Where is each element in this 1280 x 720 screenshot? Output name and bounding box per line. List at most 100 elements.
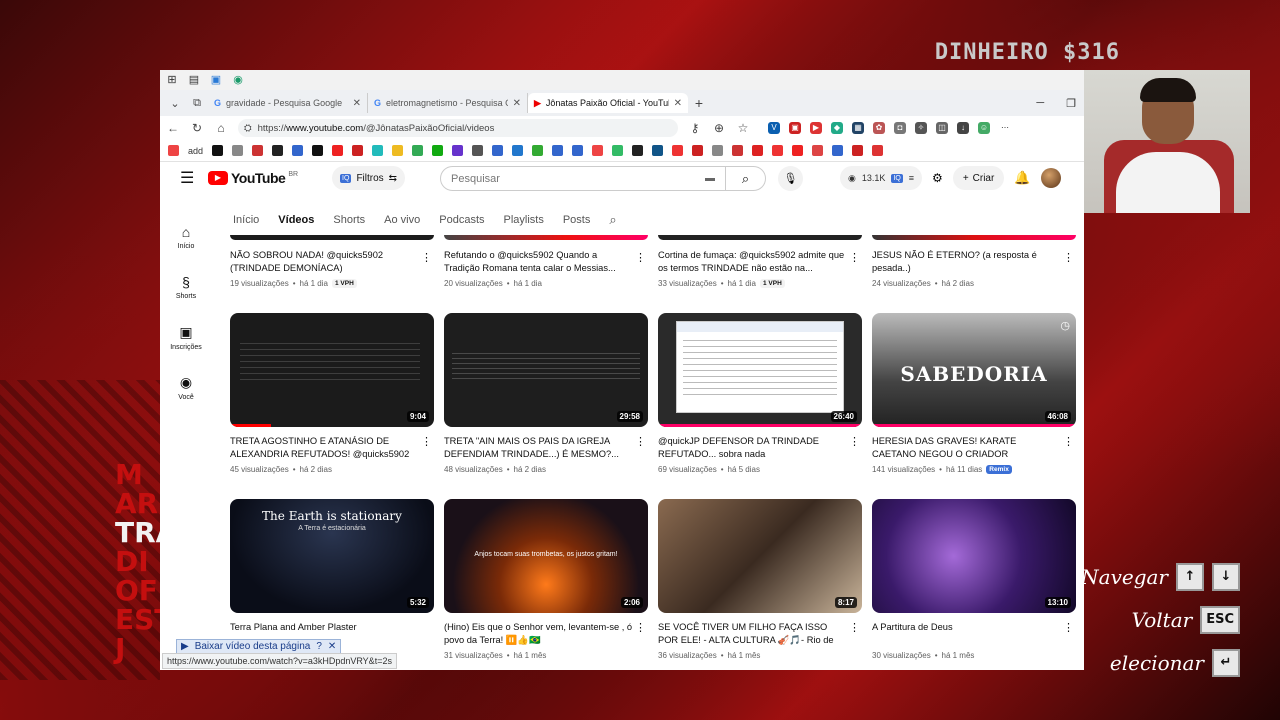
video-thumbnail[interactable]: SABEDORIA ◷ 46:08	[872, 313, 1076, 427]
windows-start-icon[interactable]: ⊞	[166, 74, 178, 86]
bookmark-icon[interactable]	[612, 145, 624, 156]
bookmark-icon[interactable]	[452, 145, 464, 156]
tab-eletromagnetismo[interactable]: G eletromagnetismo - Pesquisa Goo ✕	[368, 93, 528, 113]
bookmark-icon[interactable]	[332, 145, 344, 156]
bookmark-icon[interactable]	[292, 145, 304, 156]
profile-icon[interactable]: ☺	[978, 122, 990, 134]
extension-icon[interactable]: ▦	[852, 122, 864, 134]
more-options-icon[interactable]: ⋮	[635, 251, 646, 264]
video-thumbnail[interactable]: 9:04	[230, 313, 434, 427]
video-title[interactable]: TRETA "AIN MAIS OS PAIS DA IGREJA DEFEND…	[444, 435, 648, 461]
extension-icon[interactable]: ▣	[789, 122, 801, 134]
bookmark-icon[interactable]	[212, 145, 224, 156]
video-card[interactable]: The Earth is stationary A Terra é estaci…	[230, 499, 434, 647]
more-options-icon[interactable]: ⋮	[421, 435, 432, 448]
photos-icon[interactable]: ▣	[210, 74, 222, 86]
bookmark-icon[interactable]	[432, 145, 444, 156]
bookmark-icon[interactable]	[712, 145, 724, 156]
video-card[interactable]: 26:40 @quickJP DEFENSOR DA TRINDADE REFU…	[658, 313, 862, 474]
bookmark-icon[interactable]	[412, 145, 424, 156]
tab-live[interactable]: Ao vivo	[384, 214, 420, 226]
minimize-icon[interactable]: ─	[1036, 97, 1044, 110]
video-thumbnail[interactable]: 26:40	[658, 313, 862, 427]
video-title[interactable]: A Partitura de Deus	[872, 621, 1076, 647]
site-info-icon[interactable]: ⛭	[244, 123, 252, 134]
create-button[interactable]: + Criar	[952, 166, 1005, 190]
video-card[interactable]: 9:04 TRETA AGOSTINHO E ATANÁSIO DE ALEXA…	[230, 313, 434, 474]
bookmark-icon[interactable]	[492, 145, 504, 156]
bookmark-icon[interactable]	[472, 145, 484, 156]
bookmark-icon[interactable]	[272, 145, 284, 156]
zoom-icon[interactable]: ⊕	[712, 121, 726, 135]
bookmark-icon[interactable]	[392, 145, 404, 156]
bookmark-icon[interactable]	[532, 145, 544, 156]
bookmark-icon[interactable]	[652, 145, 664, 156]
notifications-bell-icon[interactable]: 🔔	[1014, 170, 1030, 186]
bookmark-icon[interactable]	[512, 145, 524, 156]
search-icon[interactable]: ⌕	[725, 167, 765, 190]
video-card[interactable]: SABEDORIA ◷ 46:08 HERESIA DAS GRAVES! KA…	[872, 313, 1076, 474]
sidebar-item-home[interactable]: ⌂ Início	[160, 212, 212, 262]
bookmark-icon[interactable]	[312, 145, 324, 156]
more-options-icon[interactable]: ⋮	[635, 621, 646, 634]
extension-icon[interactable]: ▶	[810, 122, 822, 134]
refresh-icon[interactable]: ↻	[190, 121, 204, 135]
video-thumbnail[interactable]: Anjos tocam suas trombetas, os justos gr…	[444, 499, 648, 613]
video-card[interactable]: 8:17 SE VOCÊ TIVER UM FILHO FAÇA ISSO PO…	[658, 499, 862, 660]
sidebar-item-subscriptions[interactable]: ▣ Inscrições	[160, 312, 212, 362]
bookmark-icon[interactable]	[252, 145, 264, 156]
download-video-bar[interactable]: ▶ Baixar vídeo desta página ? ✕	[176, 639, 342, 654]
url-field[interactable]: ⛭ https://www.youtube.com/@JônatasPaixão…	[238, 119, 678, 137]
youtube-logo[interactable]: ▶ YouTube BR	[208, 170, 298, 186]
video-card[interactable]: NÃO SOBROU NADA! @quicks5902 (TRINDADE D…	[230, 235, 434, 288]
tab-home[interactable]: Início	[233, 214, 259, 226]
bookmark-icon[interactable]	[572, 145, 584, 156]
more-options-icon[interactable]: ⋮	[421, 251, 432, 264]
bookmark-icon[interactable]	[772, 145, 784, 156]
bookmark-icon[interactable]	[812, 145, 824, 156]
video-title[interactable]: JESUS NÃO É ETERNO? (a resposta é pesada…	[872, 249, 1076, 275]
more-options-icon[interactable]: ⋮	[849, 251, 860, 264]
video-title[interactable]: HERESIA DAS GRAVES! KARATE CAETANO NEGOU…	[872, 435, 1076, 461]
tab-shorts[interactable]: Shorts	[333, 214, 365, 226]
video-card[interactable]: Refutando o @quicks5902 Quando a Tradiçã…	[444, 235, 648, 288]
tool-icon[interactable]: ⚙	[932, 171, 943, 185]
close-icon[interactable]: ✕	[328, 641, 336, 652]
more-options-icon[interactable]: ⋮	[635, 435, 646, 448]
more-options-icon[interactable]: ⋮	[849, 621, 860, 634]
key-icon[interactable]: ⚷	[688, 121, 702, 135]
download-icon[interactable]: ↓	[957, 122, 969, 134]
video-thumbnail[interactable]: 13:10	[872, 499, 1076, 613]
bookmark-icon[interactable]	[632, 145, 644, 156]
views-counter-pill[interactable]: ◉ 13.1K IQ ≡	[840, 166, 923, 190]
puzzle-icon[interactable]: ✧	[915, 122, 927, 134]
tab-playlists[interactable]: Playlists	[504, 214, 544, 226]
camera-icon[interactable]: ◘	[894, 122, 906, 134]
microphone-icon[interactable]: 🎙	[778, 166, 803, 191]
back-icon[interactable]: ←	[166, 121, 180, 135]
gmail-icon[interactable]	[872, 145, 884, 156]
bookmark-icon[interactable]	[168, 145, 179, 156]
task-view-icon[interactable]: ▤	[188, 74, 200, 86]
bookmark-icon[interactable]	[792, 145, 804, 156]
home-icon[interactable]: ⌂	[214, 121, 228, 135]
new-tab-icon[interactable]: +	[688, 95, 710, 111]
tab-videos[interactable]: Vídeos	[278, 214, 314, 226]
search-input[interactable]: Pesquisar ▬ ⌕	[440, 166, 766, 191]
help-icon[interactable]: ?	[316, 641, 322, 652]
bookmark-icon[interactable]	[832, 145, 844, 156]
bookmark-icon[interactable]	[692, 145, 704, 156]
video-thumbnail[interactable]: 29:58	[444, 313, 648, 427]
more-options-icon[interactable]: ⋮	[849, 435, 860, 448]
more-icon[interactable]: ⋯	[999, 122, 1011, 134]
video-title[interactable]: @quickJP DEFENSOR DA TRINDADE REFUTADO..…	[658, 435, 862, 461]
video-title[interactable]: TRETA AGOSTINHO E ATANÁSIO DE ALEXANDRIA…	[230, 435, 434, 461]
avatar[interactable]	[1040, 168, 1061, 188]
tab-list-chevron-icon[interactable]: ⌄	[164, 97, 186, 110]
hamburger-menu-icon[interactable]: ☰	[180, 168, 200, 188]
video-title[interactable]: SE VOCÊ TIVER UM FILHO FAÇA ISSO POR ELE…	[658, 621, 862, 647]
video-card[interactable]: 29:58 TRETA "AIN MAIS OS PAIS DA IGREJA …	[444, 313, 648, 474]
bookmark-icon[interactable]	[592, 145, 604, 156]
split-screen-icon[interactable]: ◫	[936, 122, 948, 134]
video-card[interactable]: 13:10 A Partitura de Deus ⋮ 30 visualiza…	[872, 499, 1076, 660]
